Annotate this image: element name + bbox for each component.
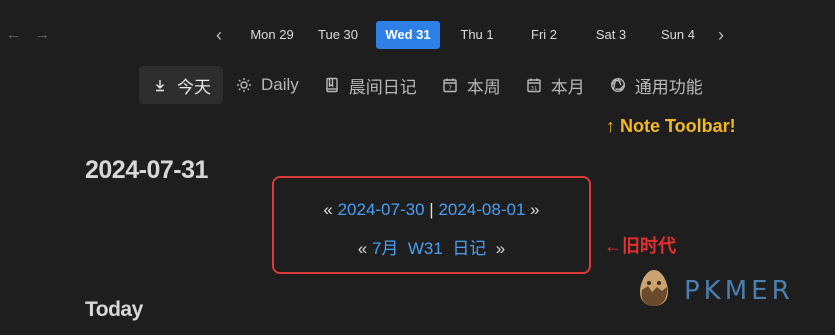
toolbar-item-daily[interactable]: Daily xyxy=(223,66,311,104)
toolbar-item-general-functions[interactable]: 通用功能 xyxy=(597,66,715,104)
back-arrow-icon[interactable]: ← xyxy=(6,26,21,43)
toolbar-label: 晨间日记 xyxy=(348,77,417,97)
toolbar-label: 通用功能 xyxy=(634,77,703,97)
prev-symbol: « xyxy=(357,239,368,258)
page-title: 2024-07-31 xyxy=(85,156,208,184)
calendar-31-icon: 31 xyxy=(525,76,543,94)
day-wed-active[interactable]: Wed 31 xyxy=(376,21,440,49)
next-symbol: » xyxy=(495,239,506,258)
day-mon[interactable]: Mon 29 xyxy=(242,21,302,49)
toolbar-item-this-month[interactable]: 31 本月 xyxy=(513,66,597,104)
legacy-nav-line-dates: « 2024-07-30 | 2024-08-01 » xyxy=(274,200,589,220)
section-heading-today: Today xyxy=(85,298,143,321)
week-link[interactable]: W31 xyxy=(408,239,443,258)
day-sat[interactable]: Sat 3 xyxy=(585,21,637,49)
toolbar-item-morning-journal[interactable]: 晨间日记 xyxy=(311,66,429,104)
next-symbol: » xyxy=(530,200,540,219)
legacy-nav-box: « 2024-07-30 | 2024-08-01 » « 7月 W31 日记 … xyxy=(272,176,591,274)
pkmer-watermark: PKMER xyxy=(632,266,794,315)
day-thu[interactable]: Thu 1 xyxy=(451,21,503,49)
prev-symbol: « xyxy=(323,200,333,219)
svg-text:31: 31 xyxy=(530,86,537,92)
daily-note-page: ← → ‹ Mon 29 Tue 30 Wed 31 Thu 1 Fri 2 S… xyxy=(0,0,835,335)
watermark-text: PKMER xyxy=(684,275,794,306)
toolbar-label: 本周 xyxy=(466,77,501,97)
notebook-icon xyxy=(323,76,341,94)
prev-week-chevron-icon[interactable]: ‹ xyxy=(210,25,228,46)
legacy-annotation: ←旧时代 xyxy=(604,236,676,256)
legacy-nav-line-periods: « 7月 W31 日记 » xyxy=(274,234,589,259)
note-toolbar: 今天 Daily 晨间日记 7 本周 31 本月 通用功能 xyxy=(139,66,715,104)
month-link[interactable]: 7月 xyxy=(372,239,398,258)
calendar-7-icon: 7 xyxy=(441,76,459,94)
download-arrow-icon xyxy=(151,76,169,94)
pkmer-logo-icon xyxy=(632,266,676,315)
history-nav: ← → xyxy=(6,26,50,43)
day-tue[interactable]: Tue 30 xyxy=(308,21,368,49)
day-sun[interactable]: Sun 4 xyxy=(652,21,704,49)
separator: | xyxy=(429,200,434,219)
toolbar-label: 今天 xyxy=(177,77,211,97)
toolbar-item-today[interactable]: 今天 xyxy=(139,66,223,104)
diary-link[interactable]: 日记 xyxy=(452,239,486,258)
aperture-icon xyxy=(609,76,627,94)
day-fri[interactable]: Fri 2 xyxy=(518,21,570,49)
toolbar-label: 本月 xyxy=(550,77,585,97)
svg-text:7: 7 xyxy=(448,85,452,92)
toolbar-annotation: ↑ Note Toolbar! xyxy=(606,116,736,136)
next-day-link[interactable]: 2024-08-01 xyxy=(438,200,525,219)
sun-icon xyxy=(235,76,253,94)
toolbar-item-this-week[interactable]: 7 本周 xyxy=(429,66,513,104)
toolbar-label: Daily xyxy=(261,75,299,94)
forward-arrow-icon[interactable]: → xyxy=(35,26,50,43)
next-week-chevron-icon[interactable]: › xyxy=(712,25,730,46)
prev-day-link[interactable]: 2024-07-30 xyxy=(338,200,425,219)
week-strip: ‹ Mon 29 Tue 30 Wed 31 Thu 1 Fri 2 Sat 3… xyxy=(210,21,730,49)
